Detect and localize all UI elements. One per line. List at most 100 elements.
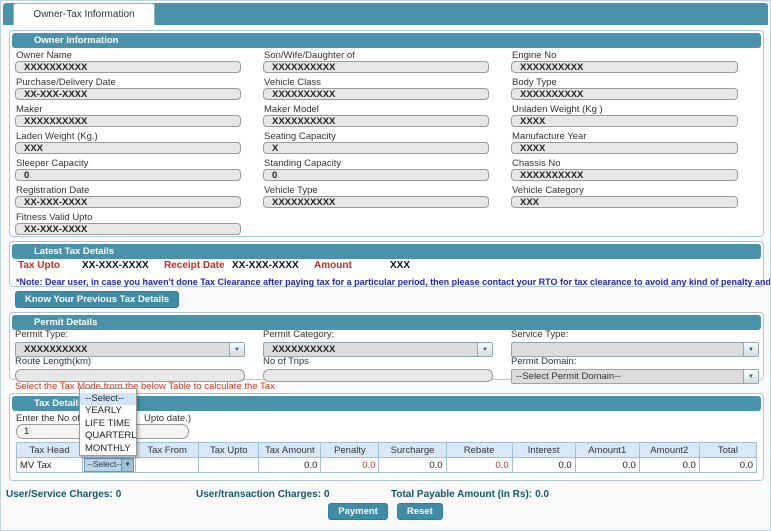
field-manufacture-year: Manufacture Year XXXX bbox=[511, 131, 738, 158]
field-label: Chassis No bbox=[512, 158, 561, 169]
dropdown-option-select[interactable]: --Select-- bbox=[80, 393, 136, 406]
field-label: Service Type: bbox=[511, 329, 569, 340]
tax-mode-select[interactable]: --Select-- ▼ bbox=[84, 458, 135, 472]
field-service-type: Service Type: ▼ bbox=[511, 330, 759, 357]
mv-tax-cell: MV Tax bbox=[15, 457, 84, 473]
field-vehicle-category: Vehicle Category XXX bbox=[511, 185, 738, 212]
field-standing-capacity: Standing Capacity 0 bbox=[263, 158, 489, 185]
field-registration-date: Registration Date XX-XXX-XXXX bbox=[15, 185, 241, 212]
know-previous-tax-button[interactable]: Know Your Previous Tax Details bbox=[15, 291, 180, 308]
col-tax-upto: Tax Upto bbox=[198, 442, 260, 458]
chevron-down-icon[interactable]: ▼ bbox=[477, 343, 492, 356]
permit-category-select[interactable]: XXXXXXXXXX ▼ bbox=[263, 342, 493, 357]
field-label: Registration Date bbox=[16, 185, 90, 196]
latest-tax-details-section: Latest Tax Details Tax Upto XX-XXX-XXXX … bbox=[9, 241, 771, 287]
field-label: Seating Capacity bbox=[264, 131, 336, 142]
tax-upto-label: Tax Upto bbox=[18, 260, 61, 271]
standing-capacity-input[interactable]: 0 bbox=[263, 169, 489, 181]
field-permit-type: Permit Type: XXXXXXXXXX ▼ bbox=[15, 330, 245, 357]
amount2-cell: 0.0 bbox=[638, 457, 700, 473]
field-body-type: Body Type XXXXXXXXXX bbox=[511, 77, 738, 104]
permit-type-value: XXXXXXXXXX bbox=[24, 344, 88, 355]
field-label: Sleeper Capacity bbox=[16, 158, 89, 169]
chassis-no-input[interactable]: XXXXXXXXXX bbox=[511, 169, 738, 181]
no-of-trips-input[interactable] bbox=[263, 369, 493, 382]
amount-label: Amount bbox=[314, 260, 352, 271]
owner-name-input[interactable]: XXXXXXXXXX bbox=[15, 61, 241, 73]
chevron-down-icon[interactable]: ▼ bbox=[121, 459, 134, 471]
maker-input[interactable]: XXXXXXXXXX bbox=[15, 115, 241, 127]
service-charges: User/Service Charges: 0 bbox=[6, 489, 121, 500]
col-tax-head: Tax Head bbox=[15, 442, 84, 458]
chevron-down-icon[interactable]: ▼ bbox=[743, 370, 758, 383]
tax-mode-value: --Select-- bbox=[87, 459, 122, 469]
field-maker: Maker XXXXXXXXXX bbox=[15, 104, 241, 131]
seating-capacity-input[interactable]: X bbox=[263, 142, 489, 154]
col-surcharge: Surcharge bbox=[378, 442, 447, 458]
field-label: Route Length(km) bbox=[15, 356, 92, 367]
vehicle-type-input[interactable]: XXXXXXXXXX bbox=[263, 196, 489, 208]
permit-details-header: Permit Details bbox=[12, 315, 761, 330]
field-vehicle-class: Vehicle Class XXXXXXXXXX bbox=[263, 77, 489, 104]
permit-category-value: XXXXXXXXXX bbox=[272, 344, 336, 355]
dropdown-option-quarterly[interactable]: QUARTERLY bbox=[80, 430, 136, 442]
amount1-cell: 0.0 bbox=[574, 457, 640, 473]
permit-details-section: Permit Details Permit Type: XXXXXXXXXX ▼… bbox=[9, 312, 764, 384]
dropdown-option-life-time[interactable]: LIFE TIME bbox=[80, 418, 136, 430]
vehicle-class-input[interactable]: XXXXXXXXXX bbox=[263, 88, 489, 100]
reset-button[interactable]: Reset bbox=[396, 503, 443, 520]
field-label: Son/Wife/Daughter of bbox=[264, 50, 355, 61]
total-payable-value: 0.0 bbox=[535, 489, 550, 500]
payment-button[interactable]: Payment bbox=[328, 503, 388, 520]
field-label: Body Type bbox=[512, 77, 557, 88]
field-engine-no: Engine No XXXXXXXXXX bbox=[511, 50, 738, 77]
body-type-input[interactable]: XXXXXXXXXX bbox=[511, 88, 738, 100]
latest-tax-details-header: Latest Tax Details bbox=[12, 244, 761, 259]
chevron-down-icon[interactable]: ▼ bbox=[229, 343, 244, 356]
son-wife-daughter-input[interactable]: XXXXXXXXXX bbox=[263, 61, 489, 73]
sleeper-capacity-input[interactable]: 0 bbox=[15, 169, 241, 181]
tax-mode-instruction: Select the Tax Mode from the below Table… bbox=[15, 381, 275, 392]
action-buttons: Payment Reset bbox=[1, 503, 770, 520]
engine-no-input[interactable]: XXXXXXXXXX bbox=[511, 61, 738, 73]
field-label: Permit Domain: bbox=[511, 356, 577, 367]
tax-clearance-note: *Note: Dear user, in case you haven't do… bbox=[16, 277, 771, 287]
tax-from-cell bbox=[135, 457, 200, 473]
unladen-weight-input[interactable]: XXXX bbox=[511, 115, 738, 127]
manufacture-year-input[interactable]: XXXX bbox=[511, 142, 738, 154]
registration-date-input[interactable]: XX-XXX-XXXX bbox=[15, 196, 241, 208]
field-unladen-weight: Unladen Weight (Kg ) XXXX bbox=[511, 104, 738, 131]
field-label: Permit Type: bbox=[15, 329, 69, 340]
latest-tax-row: Tax Upto XX-XXX-XXXX Receipt Date XX-XXX… bbox=[10, 260, 763, 274]
laden-weight-input[interactable]: XXX bbox=[15, 142, 241, 154]
field-label: Standing Capacity bbox=[264, 158, 342, 169]
field-purchase-delivery-date: Purchase/Delivery Date XX-XXX-XXXX bbox=[15, 77, 241, 104]
tax-upto-value: XX-XXX-XXXX bbox=[82, 260, 149, 271]
dropdown-option-monthly[interactable]: MONTHLY bbox=[80, 443, 136, 455]
service-charges-label: User/Service Charges: bbox=[6, 489, 113, 500]
tab-owner-tax-information[interactable]: Owner-Tax Information bbox=[13, 3, 155, 25]
months-label-right: Upto date.) bbox=[144, 413, 191, 424]
rebate-cell: 0.0 bbox=[445, 457, 513, 473]
amount-value: XXX bbox=[390, 260, 411, 271]
col-amount2: Amount2 bbox=[638, 442, 700, 458]
field-route-length: Route Length(km) bbox=[15, 357, 245, 382]
penalty-cell: 0.0 bbox=[320, 457, 380, 473]
field-laden-weight: Laden Weight (Kg.) XXX bbox=[15, 131, 241, 158]
purchase-delivery-date-input[interactable]: XX-XXX-XXXX bbox=[15, 88, 241, 100]
field-sleeper-capacity: Sleeper Capacity 0 bbox=[15, 158, 241, 185]
tax-mode-dropdown-list: --Select-- YEARLY LIFE TIME QUARTERLY MO… bbox=[79, 388, 137, 456]
field-fitness-valid-upto: Fitness Valid Upto XX-XXX-XXXX bbox=[15, 212, 241, 239]
fitness-valid-upto-input[interactable]: XX-XXX-XXXX bbox=[15, 223, 241, 235]
field-label: Unladen Weight (Kg ) bbox=[512, 104, 603, 115]
dropdown-option-yearly[interactable]: YEARLY bbox=[80, 405, 136, 417]
total-cell: 0.0 bbox=[698, 457, 758, 473]
chevron-down-icon[interactable]: ▼ bbox=[743, 343, 758, 356]
maker-model-input[interactable]: XXXXXXXXXX bbox=[263, 115, 489, 127]
field-maker-model: Maker Model XXXXXXXXXX bbox=[263, 104, 489, 131]
service-charges-value: 0 bbox=[115, 489, 122, 500]
vehicle-category-input[interactable]: XXX bbox=[511, 196, 738, 208]
service-type-select[interactable]: ▼ bbox=[511, 342, 759, 357]
permit-domain-select[interactable]: --Select Permit Domain-- ▼ bbox=[511, 369, 759, 384]
permit-type-select[interactable]: XXXXXXXXXX ▼ bbox=[15, 342, 245, 357]
